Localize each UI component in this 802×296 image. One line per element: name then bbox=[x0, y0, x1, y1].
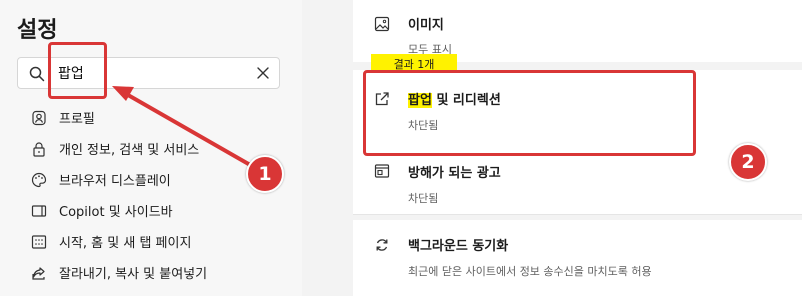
annotation-highlight-search bbox=[48, 42, 107, 99]
sidebar-item-label: 잘라내기, 복사 및 붙여넣기 bbox=[59, 267, 208, 282]
step-badge-2: 2 bbox=[729, 143, 767, 181]
sidebar-item-cut-copy-paste[interactable]: 잘라내기, 복사 및 붙여넣기 bbox=[0, 257, 302, 288]
sidebar-item-label: 브라우저 디스플레이 bbox=[59, 174, 171, 189]
share-icon bbox=[32, 266, 45, 280]
images-title: 이미지 bbox=[408, 18, 444, 33]
sidebar-item-start-home-newtab[interactable]: 시작, 홈 및 새 탭 페이지 bbox=[0, 226, 302, 257]
clear-search-icon[interactable] bbox=[255, 65, 271, 81]
sidebar-item-copilot[interactable]: Copilot 및 사이드바 bbox=[0, 195, 302, 226]
sidebar-item-label: Copilot 및 사이드바 bbox=[59, 205, 173, 220]
settings-sidebar: 설정 프로필 개인 정보, 검색 및 서비스 bbox=[0, 0, 302, 296]
image-icon bbox=[374, 16, 390, 32]
sidebar-item-label: 시작, 홈 및 새 탭 페이지 bbox=[59, 236, 192, 251]
home-grid-icon bbox=[31, 234, 47, 249]
divider bbox=[353, 214, 802, 215]
sync-subtitle: 최근에 닫은 사이트에서 정보 송수신을 마치도록 허용 bbox=[408, 265, 652, 278]
sidebar-icon bbox=[31, 204, 47, 217]
search-icon bbox=[29, 66, 45, 82]
sidebar-item-label: 프로필 bbox=[59, 112, 95, 127]
palette-icon bbox=[31, 172, 47, 187]
settings-nav-list: 프로필 개인 정보, 검색 및 서비스 브라우저 디스플레이 Copilot 및… bbox=[0, 102, 302, 288]
result-card-sync[interactable] bbox=[353, 220, 802, 296]
ad-window-icon bbox=[374, 164, 390, 178]
sync-icon bbox=[376, 239, 388, 251]
ads-title: 방해가 되는 광고 bbox=[408, 166, 501, 181]
annotation-highlight-popups bbox=[363, 70, 696, 156]
settings-title: 설정 bbox=[17, 18, 58, 43]
sidebar-item-profile[interactable]: 프로필 bbox=[0, 102, 302, 133]
sync-title: 백그라운드 동기화 bbox=[408, 239, 509, 254]
lock-icon bbox=[33, 141, 45, 157]
sidebar-item-label: 개인 정보, 검색 및 서비스 bbox=[59, 143, 200, 158]
ads-subtitle: 차단됨 bbox=[408, 192, 439, 205]
profile-icon bbox=[32, 110, 46, 125]
step-badge-1: 1 bbox=[246, 155, 284, 193]
